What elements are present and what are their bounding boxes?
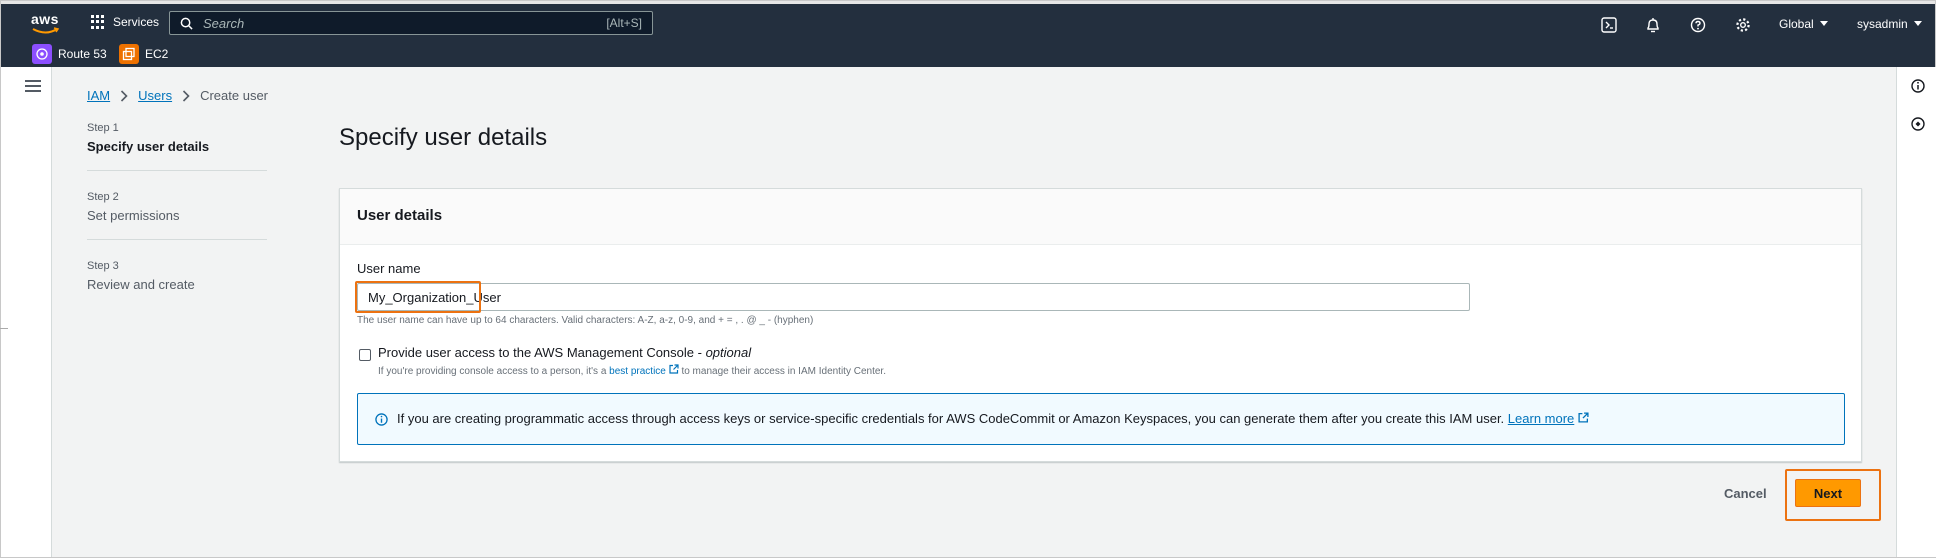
- edge-marker: [0, 328, 8, 329]
- username-input[interactable]: [357, 283, 1470, 311]
- panel-title: User details: [357, 207, 443, 224]
- top-navigation: aws Services [Alt+S]: [1, 1, 1935, 67]
- chevron-down-icon: [1913, 21, 1922, 26]
- page-title: Specify user details: [339, 124, 548, 151]
- search-icon: [180, 17, 193, 30]
- best-practice-link[interactable]: best practice: [609, 366, 666, 377]
- step-number: Step 3: [87, 260, 119, 272]
- console-access-label[interactable]: Provide user access to the AWS Managemen…: [378, 345, 751, 360]
- notifications-icon[interactable]: [1645, 17, 1661, 33]
- step-title: Review and create: [87, 277, 195, 292]
- chevron-right-icon: [183, 89, 190, 102]
- info-panel-icon[interactable]: [1911, 79, 1925, 93]
- learn-more-link[interactable]: Learn more: [1508, 411, 1574, 426]
- wizard-steps: Step 1 Specify user details Step 2 Set p…: [87, 122, 267, 328]
- external-link-icon: [1578, 412, 1589, 423]
- console-desc-suffix: to manage their access in IAM Identity C…: [681, 366, 886, 377]
- chevron-right-icon: [121, 89, 128, 102]
- external-link-icon: [669, 364, 679, 374]
- chevron-down-icon: [1819, 21, 1828, 26]
- optional-text: optional: [705, 345, 752, 360]
- step-number: Step 2: [87, 191, 119, 203]
- account-menu[interactable]: sysadmin: [1857, 17, 1922, 31]
- services-grid-icon: [91, 15, 105, 29]
- aws-smile-icon: [32, 27, 60, 34]
- step-number: Step 1: [87, 122, 119, 134]
- settings-gear-icon[interactable]: [1735, 17, 1751, 33]
- breadcrumb-current: Create user: [200, 88, 268, 103]
- wizard-step-3[interactable]: Step 3 Review and create: [87, 260, 267, 308]
- console-desc-prefix: If you're providing console access to a …: [378, 366, 607, 377]
- panel-header: [340, 189, 1861, 245]
- favorite-label: Route 53: [58, 47, 107, 61]
- info-alert-text: If you are creating programmatic access …: [397, 411, 1589, 426]
- username-constraint-text: The user name can have up to 64 characte…: [357, 315, 814, 326]
- ec2-icon: [119, 44, 139, 64]
- breadcrumb: IAM Users Create user: [87, 88, 268, 103]
- aws-logo-text: aws: [31, 11, 59, 27]
- step-title: Specify user details: [87, 139, 210, 154]
- route53-icon: [32, 44, 52, 64]
- console-access-description: If you're providing console access to a …: [378, 364, 886, 377]
- cloudshell-icon[interactable]: [1601, 17, 1617, 33]
- favorite-label: EC2: [145, 47, 169, 61]
- tutorial-panel-icon[interactable]: [1911, 117, 1925, 131]
- tools-panel-strip: [1896, 67, 1936, 557]
- console-access-checkbox[interactable]: [359, 349, 371, 361]
- services-menu-button[interactable]: Services: [91, 15, 159, 29]
- info-alert: If you are creating programmatic access …: [357, 393, 1845, 445]
- search-box[interactable]: [Alt+S]: [169, 11, 653, 35]
- username-label: User name: [357, 261, 421, 276]
- search-shortcut-hint: [Alt+S]: [606, 16, 642, 30]
- info-message: If you are creating programmatic access …: [397, 411, 1505, 426]
- side-navigation-strip: [1, 67, 52, 557]
- aws-logo[interactable]: aws: [31, 12, 61, 36]
- cancel-button[interactable]: Cancel: [1716, 482, 1775, 505]
- wizard-step-1[interactable]: Step 1 Specify user details: [87, 122, 267, 171]
- services-label: Services: [113, 15, 160, 29]
- user-details-panel: User details User name The user name can…: [339, 188, 1862, 462]
- help-icon[interactable]: [1690, 17, 1706, 33]
- wizard-step-2[interactable]: Step 2 Set permissions: [87, 191, 267, 240]
- next-button[interactable]: Next: [1795, 479, 1861, 507]
- favorite-route53[interactable]: Route 53: [32, 44, 107, 64]
- menu-hamburger-icon[interactable]: [25, 80, 41, 95]
- console-access-text: Provide user access to the AWS Managemen…: [378, 345, 702, 360]
- search-input[interactable]: [201, 14, 607, 32]
- info-icon: [375, 413, 388, 426]
- account-label: sysadmin: [1857, 17, 1908, 31]
- region-label: Global: [1779, 17, 1814, 31]
- breadcrumb-users-link[interactable]: Users: [138, 88, 172, 103]
- region-selector[interactable]: Global: [1779, 17, 1828, 31]
- favorite-ec2[interactable]: EC2: [119, 44, 168, 64]
- step-title: Set permissions: [87, 208, 180, 223]
- breadcrumb-iam-link[interactable]: IAM: [87, 88, 110, 103]
